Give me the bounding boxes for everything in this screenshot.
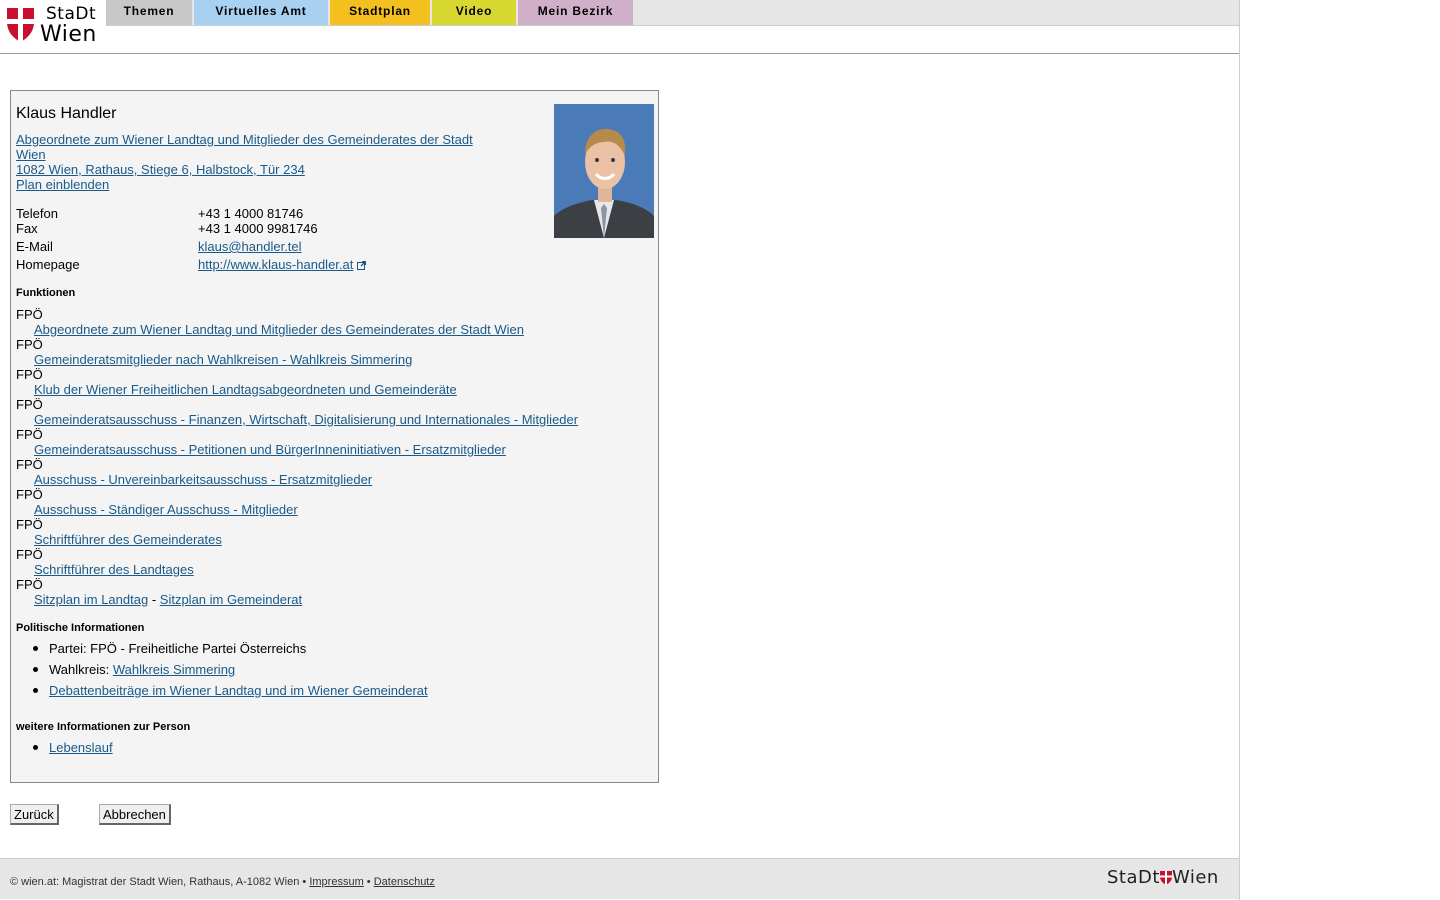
function-link[interactable]: Schriftführer des Gemeinderates <box>34 532 222 547</box>
site-footer: © wien.at: Magistrat der Stadt Wien, Rat… <box>0 858 1239 899</box>
list-item: Wahlkreis: Wahlkreis Simmering <box>33 659 428 680</box>
tab-video[interactable]: Video <box>432 0 516 25</box>
copyright-text: © wien.at: Magistrat der Stadt Wien, Rat… <box>10 876 307 888</box>
district-label: Wahlkreis: <box>49 662 110 677</box>
function-party: FPÖ <box>16 397 43 412</box>
cv-link[interactable]: Lebenslauf <box>49 740 113 755</box>
function-link[interactable]: Ausschuss - Ständiger Ausschuss - Mitgli… <box>34 502 298 517</box>
function-link[interactable]: Ausschuss - Unvereinbarkeitsausschuss - … <box>34 472 372 487</box>
footer-separator: • <box>366 876 371 888</box>
logo-text-stadt: StaDt <box>46 4 97 24</box>
separator: - <box>151 592 157 607</box>
footer-logo[interactable]: StaDt Wien <box>1107 867 1219 888</box>
stadt-wien-logo[interactable]: StaDt Wien <box>6 4 101 47</box>
function-party: FPÖ <box>16 457 43 472</box>
homepage-label: Homepage <box>16 257 80 272</box>
tab-virtuelles-amt[interactable]: Virtuelles Amt <box>194 0 328 25</box>
more-info-list: Lebenslauf <box>33 737 113 758</box>
list-item: Debattenbeiträge im Wiener Landtag und i… <box>33 680 428 701</box>
privacy-link[interactable]: Datenschutz <box>374 876 435 888</box>
tab-stadtplan[interactable]: Stadtplan <box>330 0 430 25</box>
function-party: FPÖ <box>16 517 43 532</box>
function-party: FPÖ <box>16 427 43 442</box>
fax-label: Fax <box>16 221 38 236</box>
footer-logo-stadt: StaDt <box>1107 867 1160 888</box>
footer-logo-wien: Wien <box>1171 867 1219 888</box>
site-header: StaDt Wien Themen Virtuelles Amt Stadtpl… <box>0 0 1239 54</box>
external-link-icon <box>357 261 367 270</box>
more-info-heading: weitere Informationen zur Person <box>16 721 191 733</box>
homepage-row: http://www.klaus-handler.at <box>198 257 367 272</box>
tab-mein-bezirk[interactable]: Mein Bezirk <box>518 0 633 25</box>
function-party: FPÖ <box>16 547 43 562</box>
party-info: Partei: FPÖ - Freiheitliche Partei Öster… <box>49 641 307 656</box>
wien-seal-icon <box>7 8 34 42</box>
function-link[interactable]: Gemeinderatsausschuss - Finanzen, Wirtsc… <box>34 412 578 427</box>
debates-link[interactable]: Debattenbeiträge im Wiener Landtag und i… <box>49 683 428 698</box>
logo-text-wien: Wien <box>40 22 97 47</box>
seating-plan-row: Sitzplan im Landtag - Sitzplan im Gemein… <box>34 592 302 607</box>
political-heading: Politische Informationen <box>16 622 145 634</box>
wien-seal-icon <box>1159 871 1172 885</box>
role-link-line2[interactable]: Wien <box>16 147 46 162</box>
function-link[interactable]: Abgeordnete zum Wiener Landtag und Mitgl… <box>34 322 524 337</box>
main-navigation: Themen Virtuelles Amt Stadtplan Video Me… <box>106 0 1239 26</box>
function-party: FPÖ <box>16 487 43 502</box>
person-detail-panel: Klaus Handler Abgeordnete zum Wiener Lan… <box>10 90 659 783</box>
role-link-line1[interactable]: Abgeordnete zum Wiener Landtag und Mitgl… <box>16 132 473 147</box>
homepage-link[interactable]: http://www.klaus-handler.at <box>198 257 353 272</box>
person-photo <box>554 104 654 238</box>
function-party: FPÖ <box>16 577 43 592</box>
function-link[interactable]: Schriftführer des Landtages <box>34 562 194 577</box>
email-label: E-Mail <box>16 239 53 254</box>
function-party: FPÖ <box>16 367 43 382</box>
portrait-image <box>554 104 654 238</box>
tab-themen[interactable]: Themen <box>106 0 192 25</box>
show-map-link[interactable]: Plan einblenden <box>16 177 109 192</box>
function-link[interactable]: Gemeinderatsmitglieder nach Wahlkreisen … <box>34 352 412 367</box>
cancel-button[interactable]: Abbrechen <box>99 804 171 825</box>
function-party: FPÖ <box>16 307 43 322</box>
district-link[interactable]: Wahlkreis Simmering <box>113 662 235 677</box>
fax-value: +43 1 4000 9981746 <box>198 221 318 236</box>
function-link[interactable]: Klub der Wiener Freiheitlichen Landtagsa… <box>34 382 457 397</box>
impressum-link[interactable]: Impressum <box>309 876 363 888</box>
person-name: Klaus Handler <box>16 105 117 122</box>
back-button[interactable]: Zurück <box>10 804 59 825</box>
footer-text: © wien.at: Magistrat der Stadt Wien, Rat… <box>10 876 435 888</box>
phone-label: Telefon <box>16 206 58 221</box>
list-item: Partei: FPÖ - Freiheitliche Partei Öster… <box>33 638 428 659</box>
phone-value: +43 1 4000 81746 <box>198 206 304 221</box>
page: StaDt Wien Themen Virtuelles Amt Stadtpl… <box>0 0 1240 900</box>
email-link[interactable]: klaus@handler.tel <box>198 239 302 254</box>
function-link[interactable]: Gemeinderatsausschuss - Petitionen und B… <box>34 442 506 457</box>
functions-heading: Funktionen <box>16 287 76 299</box>
list-item: Lebenslauf <box>33 737 113 758</box>
address-link[interactable]: 1082 Wien, Rathaus, Stiege 6, Halbstock,… <box>16 162 305 177</box>
seating-plan-gemeinderat-link[interactable]: Sitzplan im Gemeinderat <box>160 592 302 607</box>
seating-plan-landtag-link[interactable]: Sitzplan im Landtag <box>34 592 148 607</box>
function-party: FPÖ <box>16 337 43 352</box>
political-list: Partei: FPÖ - Freiheitliche Partei Öster… <box>33 638 428 701</box>
